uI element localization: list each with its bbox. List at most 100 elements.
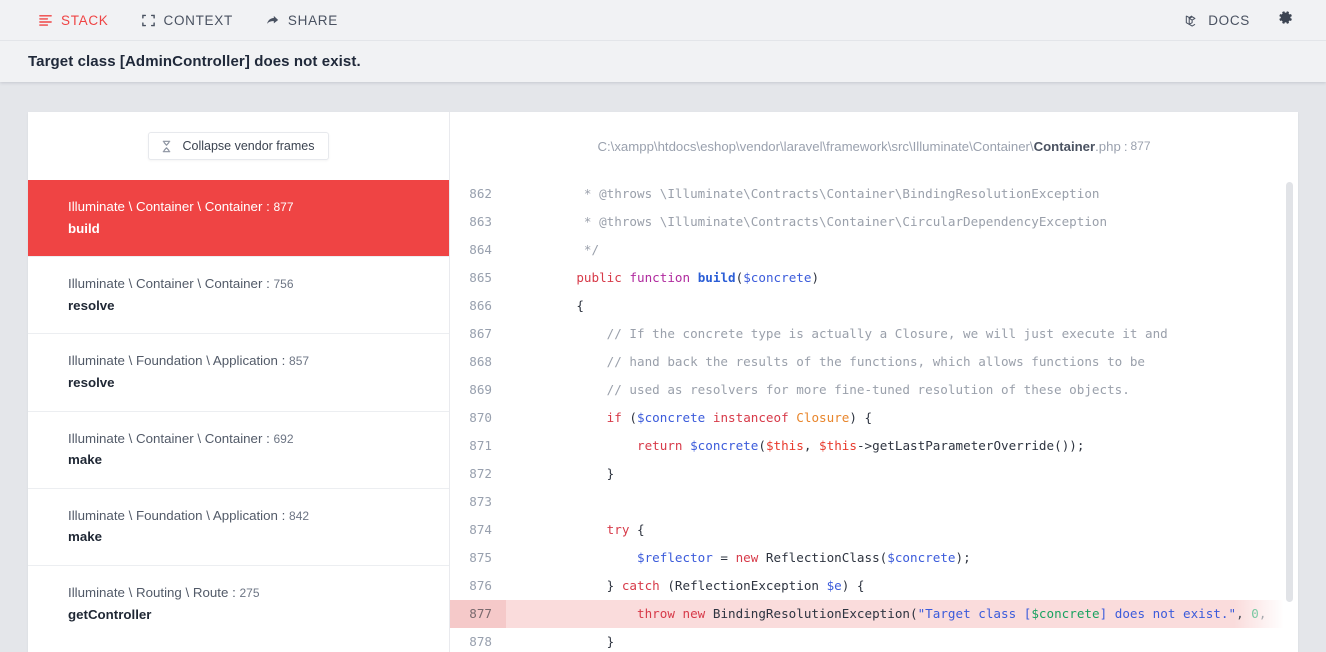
code-line-source: // used as resolvers for more fine-tuned… [606,382,1130,397]
code-viewer-panel: C:\xampp\htdocs\eshop\vendor\laravel\fra… [450,112,1298,652]
code-line: 876 } catch (ReflectionException $e) { [450,572,1298,600]
code-line: 873 [450,488,1298,516]
code-line: 875 $reflector = new ReflectionClass($co… [450,544,1298,572]
code-line: 862 * @throws \Illuminate\Contracts\Cont… [450,180,1298,208]
collapse-icon [160,140,173,153]
tab-share[interactable]: SHARE [249,0,354,41]
code-line-highlighted: 877 throw new BindingResolutionException… [450,600,1298,628]
code-line-source: * @throws \Illuminate\Contracts\Containe… [583,214,1108,229]
frame-class-name: Illuminate \ Container \ Container : [68,430,274,446]
code-line-number: 864 [469,242,492,257]
code-line-number: 862 [469,186,492,201]
frame-class: Illuminate \ Container \ Container : 692 [68,429,449,450]
code-line: 871 return $concrete($this, $this->getLa… [450,432,1298,460]
context-icon [141,13,156,28]
frame-line-number: 692 [273,431,294,446]
frame-list: Illuminate \ Container \ Container : 877… [28,180,449,643]
file-path-header: C:\xampp\htdocs\eshop\vendor\laravel\fra… [450,112,1298,180]
frame-item[interactable]: Illuminate \ Container \ Container : 877… [28,180,449,257]
code-line-source: } [546,634,615,649]
frame-method: build [68,220,100,236]
toolbar: STACK CONTEXT SHARE DOCS [0,0,1326,41]
stack-icon [38,13,53,28]
frame-class-name: Illuminate \ Container \ Container : [68,276,274,292]
code-line: 878 } [450,628,1298,652]
collapse-vendor-frames-button[interactable]: Collapse vendor frames [148,132,329,160]
toolbar-left-group: STACK CONTEXT SHARE [22,0,354,41]
file-path-line-number: 877 [1130,139,1151,153]
settings-button[interactable] [1266,0,1304,41]
frame-class: Illuminate \ Foundation \ Application : … [68,506,449,527]
page-header: STACK CONTEXT SHARE DOCS Target class [A… [0,0,1326,82]
code-scrollbar[interactable] [1286,182,1293,602]
code-lines[interactable]: 862 * @throws \Illuminate\Contracts\Cont… [450,180,1298,652]
error-message-bar: Target class [AdminController] does not … [0,41,1326,82]
code-line-number: 877 [450,600,506,628]
frame-class-name: Illuminate \ Foundation \ Application : [68,507,290,523]
frame-class: Illuminate \ Routing \ Route : 275 [68,583,449,604]
docs-link[interactable]: DOCS [1169,0,1266,41]
code-line-number: 865 [469,270,492,285]
code-line-source: throw new BindingResolutionException("Ta… [637,606,1267,621]
code-line-number: 863 [469,214,492,229]
frame-method: resolve [68,375,115,391]
tab-context[interactable]: CONTEXT [125,0,249,41]
code-line-source: $reflector = new ReflectionClass($concre… [637,550,971,565]
file-path-name: Container [1033,138,1096,154]
file-path-extension: .php [1095,138,1121,154]
code-line-number: 873 [469,494,492,509]
file-path-directory: C:\xampp\htdocs\eshop\vendor\laravel\fra… [597,138,1034,154]
frame-line-number: 877 [273,200,294,214]
frame-class: Illuminate \ Container \ Container : 877 [68,197,449,218]
frame-class-name: Illuminate \ Container \ Container : [68,199,274,214]
frame-item[interactable]: Illuminate \ Foundation \ Application : … [28,333,449,411]
code-line-number: 866 [469,298,492,313]
frame-method: make [68,452,103,468]
tab-stack[interactable]: STACK [22,0,125,41]
frame-class: Illuminate \ Container \ Container : 756 [68,274,449,295]
frame-item[interactable]: Illuminate \ Container \ Container : 756… [28,256,449,334]
code-line-number: 867 [469,326,492,341]
code-line-source: */ [583,242,600,257]
code-line-source: // hand back the results of the function… [606,354,1145,369]
share-icon [265,13,280,28]
frame-class-name: Illuminate \ Routing \ Route : [68,585,240,601]
code-line-number: 872 [469,466,492,481]
gear-icon [1278,10,1293,30]
tab-share-label: SHARE [287,12,338,28]
frame-method: resolve [68,297,115,313]
tab-context-label: CONTEXT [163,12,233,28]
code-line-number: 878 [469,634,492,649]
frame-item[interactable]: Illuminate \ Foundation \ Application : … [28,487,449,566]
code-line-number: 871 [469,438,492,453]
frame-line-number: 842 [289,508,310,523]
laravel-logo-icon [1185,13,1200,28]
tab-stack-label: STACK [61,12,109,28]
frame-line-number: 275 [239,586,260,601]
code-line-number: 870 [469,410,492,425]
frame-method: make [68,529,103,545]
frame-item[interactable]: Illuminate \ Routing \ Route : 275 getCon… [28,565,449,643]
file-path-separator: : [1123,138,1128,154]
code-line: 872 } [450,460,1298,488]
error-title: Target class [AdminController] does not … [28,53,361,70]
stack-trace-card: Collapse vendor frames Illuminate \ Cont… [28,112,1298,652]
code-line: 865 public function build($concrete) [450,264,1298,292]
code-line: 864 */ [450,236,1298,264]
frame-item[interactable]: Illuminate \ Container \ Container : 692… [28,410,449,488]
code-line: 867 // If the concrete type is actually … [450,320,1298,348]
frame-class: Illuminate \ Foundation \ Application : … [68,351,449,372]
code-line-source: if ($concrete instanceof Closure) { [606,410,873,425]
code-line: 869 // used as resolvers for more fine-t… [450,376,1298,404]
code-line-number: 875 [469,550,492,565]
frame-line-number: 857 [289,354,310,369]
code-line: 870 if ($concrete instanceof Closure) { [450,404,1298,432]
code-line: 874 try { [450,516,1298,544]
code-line-source: * @throws \Illuminate\Contracts\Containe… [583,186,1100,201]
code-line-source: } [546,466,615,481]
code-line-number: 876 [469,578,492,593]
code-line-number: 874 [469,522,492,537]
code-line-source: // If the concrete type is actually a Cl… [606,326,1168,341]
code-line-source: public function build($concrete) [576,270,820,285]
code-line-source: try { [606,522,645,537]
